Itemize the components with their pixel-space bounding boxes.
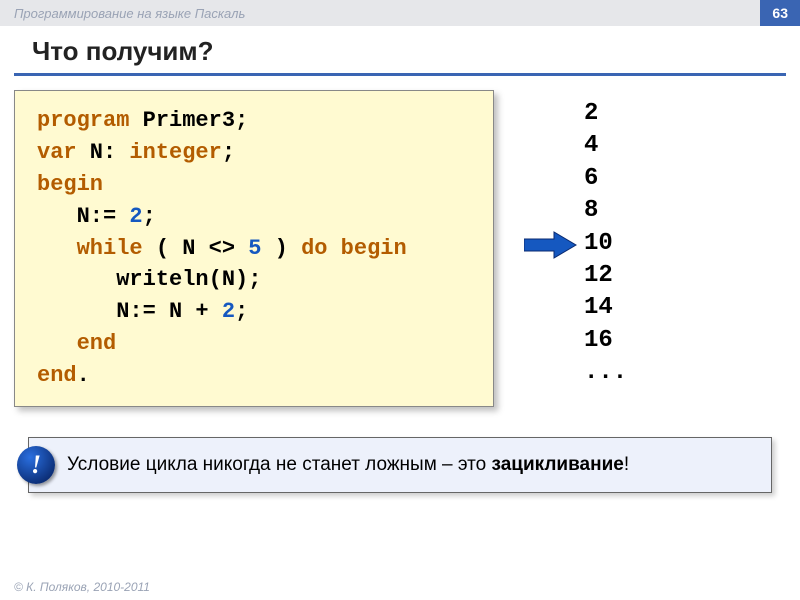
output-line: 10 bbox=[584, 228, 627, 260]
num-literal: 5 bbox=[248, 236, 261, 261]
output-line: 8 bbox=[584, 195, 627, 227]
kw-begin: begin bbox=[37, 172, 103, 197]
content-area: program Primer3; var N: integer; begin N… bbox=[0, 90, 800, 407]
code-text: ( N <> bbox=[143, 236, 249, 261]
output-line: 6 bbox=[584, 163, 627, 195]
page-number: 63 bbox=[760, 0, 800, 26]
kw-end-final: end bbox=[37, 363, 77, 388]
code-text: ; bbox=[235, 299, 248, 324]
code-text: N: bbox=[77, 140, 130, 165]
num-literal: 2 bbox=[222, 299, 235, 324]
kw-while: while bbox=[77, 236, 143, 261]
num-literal: 2 bbox=[129, 204, 142, 229]
code-text bbox=[37, 331, 77, 356]
kw-integer: integer bbox=[129, 140, 221, 165]
code-text bbox=[37, 236, 77, 261]
output-line: ... bbox=[584, 357, 627, 389]
kw-end: end bbox=[77, 331, 117, 356]
slide-title: Что получим? bbox=[14, 26, 786, 76]
kw-program: program bbox=[37, 108, 129, 133]
output-line: 14 bbox=[584, 292, 627, 324]
code-text: . bbox=[77, 363, 90, 388]
callout-message: Условие цикла никогда не станет ложным –… bbox=[67, 452, 629, 478]
kw-var: var bbox=[37, 140, 77, 165]
code-text: writeln(N); bbox=[37, 267, 261, 292]
kw-do-begin: do begin bbox=[301, 236, 407, 261]
callout-text: Условие цикла никогда не станет ложным –… bbox=[67, 454, 492, 475]
callout-box: ! Условие цикла никогда не станет ложным… bbox=[28, 437, 772, 493]
output-line: 2 bbox=[584, 98, 627, 130]
output-line: 16 bbox=[584, 325, 627, 357]
code-text: ) bbox=[261, 236, 301, 261]
code-text: N:= bbox=[37, 204, 129, 229]
output-line: 4 bbox=[584, 130, 627, 162]
doc-title: Программирование на языке Паскаль bbox=[14, 6, 245, 21]
output-column: 2 4 6 8 10 12 14 16 ... bbox=[534, 90, 627, 390]
code-text: Primer3; bbox=[129, 108, 248, 133]
arrow-icon bbox=[524, 230, 578, 260]
callout-bold: зацикливание bbox=[492, 454, 624, 475]
code-text: ; bbox=[143, 204, 156, 229]
code-block: program Primer3; var N: integer; begin N… bbox=[14, 90, 494, 407]
footer-copyright: © К. Поляков, 2010-2011 bbox=[14, 580, 150, 594]
output-line: 12 bbox=[584, 260, 627, 292]
exclamation-icon: ! bbox=[17, 446, 55, 484]
callout-text: ! bbox=[624, 454, 629, 475]
slide-header: Программирование на языке Паскаль 63 bbox=[0, 0, 800, 26]
code-text: ; bbox=[222, 140, 235, 165]
code-text: N:= N + bbox=[37, 299, 222, 324]
